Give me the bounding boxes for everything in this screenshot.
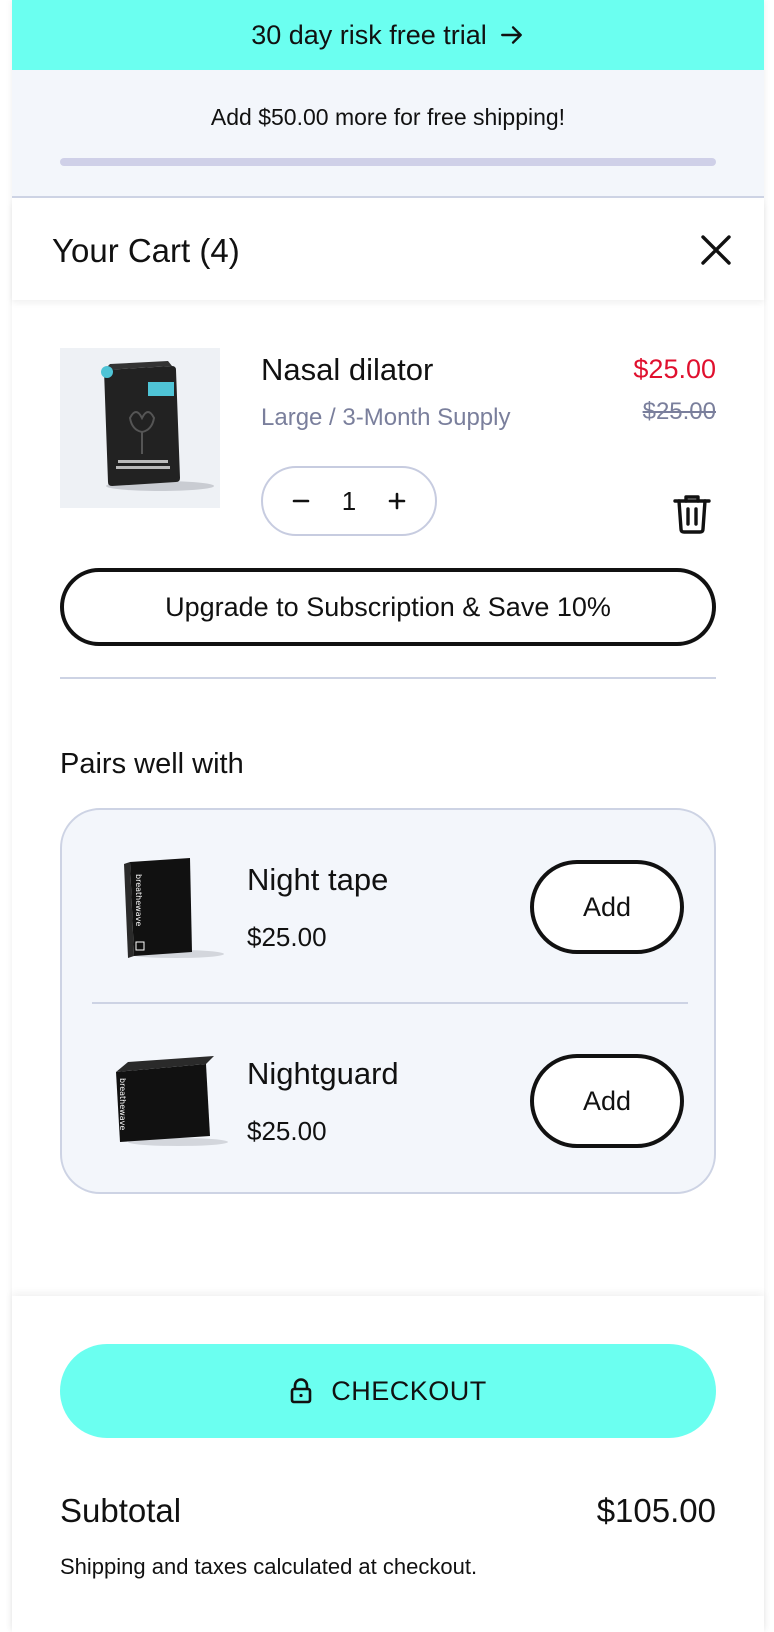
recommendation-name[interactable]: Night tape [247, 862, 388, 898]
decrease-quantity-button[interactable] [289, 489, 313, 513]
cart-drawer: 30 day risk free trial Add $50.00 more f… [12, 0, 764, 1632]
recommendations-card: breathewave Night tape $25.00 Add breath… [60, 808, 716, 1194]
increase-quantity-button[interactable] [385, 489, 409, 513]
promo-banner[interactable]: 30 day risk free trial [12, 0, 764, 70]
cart-title: Your Cart (4) [52, 232, 240, 269]
arrow-right-icon [500, 26, 522, 44]
quantity-stepper: 1 [261, 466, 437, 536]
free-shipping-section: Add $50.00 more for free shipping! [12, 70, 764, 198]
recommendation-name[interactable]: Nightguard [247, 1056, 399, 1092]
subtotal-label: Subtotal [60, 1492, 182, 1529]
free-shipping-message: Add $50.00 more for free shipping! [210, 104, 566, 130]
section-divider [60, 677, 716, 679]
subtotal-value: $105.00 [596, 1492, 716, 1529]
minus-icon [292, 499, 310, 503]
recommendation-item: breathewave Nightguard $25.00 Add [62, 1004, 714, 1196]
svg-text:breathewave: breathewave [134, 874, 143, 926]
recommendation-price: $25.00 [247, 1116, 327, 1146]
checkout-label: CHECKOUT [331, 1375, 487, 1406]
quantity-value[interactable]: 1 [342, 486, 356, 517]
cart-item-variant: Large / 3-Month Supply [261, 404, 511, 431]
svg-text:breathewave: breathewave [118, 1078, 127, 1130]
upgrade-subscription-button[interactable]: Upgrade to Subscription & Save 10% [60, 568, 716, 646]
recommendation-item: breathewave Night tape $25.00 Add [62, 810, 714, 1004]
cart-header: Your Cart (4) [12, 200, 764, 300]
product-image-nightguard[interactable]: breathewave [98, 1038, 228, 1168]
add-nightguard-button[interactable]: Add [530, 1054, 684, 1148]
product-image-nasal-dilator[interactable] [60, 348, 220, 508]
add-night-tape-button[interactable]: Add [530, 860, 684, 954]
remove-item-button[interactable] [670, 492, 714, 536]
checkout-button[interactable]: CHECKOUT [60, 1344, 716, 1438]
cart-item-name[interactable]: Nasal dilator [261, 352, 433, 388]
plus-icon [388, 492, 406, 510]
cart-item-compare-price: $25.00 [642, 398, 716, 425]
cart-footer: CHECKOUT Subtotal $105.00 Shipping and t… [12, 1296, 764, 1632]
shipping-taxes-note: Shipping and taxes calculated at checkou… [60, 1554, 478, 1579]
promo-text: 30 day risk free trial [251, 19, 487, 50]
recommendation-price: $25.00 [247, 922, 327, 952]
shipping-progress-bar [60, 158, 716, 166]
lock-icon [290, 1378, 312, 1404]
pairs-well-with-heading: Pairs well with [60, 748, 244, 780]
trash-icon [673, 495, 711, 534]
product-image-night-tape[interactable]: breathewave [98, 844, 228, 974]
cart-item-price: $25.00 [633, 354, 716, 384]
close-button[interactable] [696, 230, 736, 270]
close-icon [701, 235, 731, 265]
